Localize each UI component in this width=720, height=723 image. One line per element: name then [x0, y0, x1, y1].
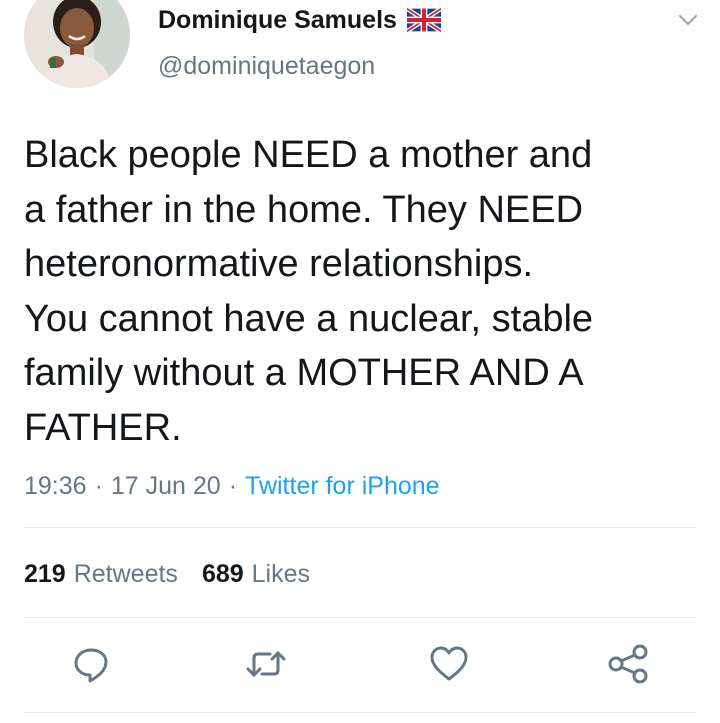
- divider: [24, 527, 696, 528]
- avatar[interactable]: [24, 0, 130, 88]
- tweet-source-link[interactable]: Twitter for iPhone: [245, 472, 440, 501]
- avatar-photo: [24, 0, 130, 88]
- display-name[interactable]: Dominique Samuels: [158, 6, 397, 35]
- chevron-down-icon[interactable]: [674, 6, 702, 34]
- meta-separator: ·: [228, 471, 238, 500]
- divider: [24, 712, 696, 713]
- retweets-count: 219: [24, 559, 66, 588]
- retweet-icon[interactable]: [244, 642, 288, 686]
- user-handle[interactable]: @dominiquetaegon: [158, 52, 375, 81]
- tweet-header: Dominique Samuels @dominiquetaegon: [0, 0, 720, 100]
- retweets-label: Retweets: [73, 559, 178, 588]
- tweet-text: Black people NEED a mother and a father …: [24, 134, 594, 449]
- reply-icon[interactable]: [69, 642, 113, 686]
- tweet-meta: 19:36 · 17 Jun 20 · Twitter for iPhone: [24, 466, 440, 506]
- retweets-stat[interactable]: 219 Retweets: [24, 560, 178, 589]
- divider: [24, 617, 696, 618]
- tweet-actions: [0, 642, 720, 690]
- meta-separator: ·: [94, 471, 103, 500]
- likes-stat[interactable]: 689 Likes: [202, 560, 310, 589]
- display-name-row: Dominique Samuels: [158, 2, 443, 38]
- likes-label: Likes: [251, 559, 311, 588]
- tweet: Dominique Samuels @dominiquetaegon Black…: [0, 0, 720, 723]
- uk-flag-icon: [405, 6, 443, 34]
- likes-count: 689: [201, 559, 244, 588]
- tweet-stats: 219 Retweets 689 Likes: [24, 554, 310, 594]
- share-icon[interactable]: [606, 642, 650, 686]
- tweet-date: 17 Jun 20: [110, 471, 221, 500]
- like-icon[interactable]: [427, 642, 471, 686]
- tweet-time: 19:36: [24, 471, 87, 500]
